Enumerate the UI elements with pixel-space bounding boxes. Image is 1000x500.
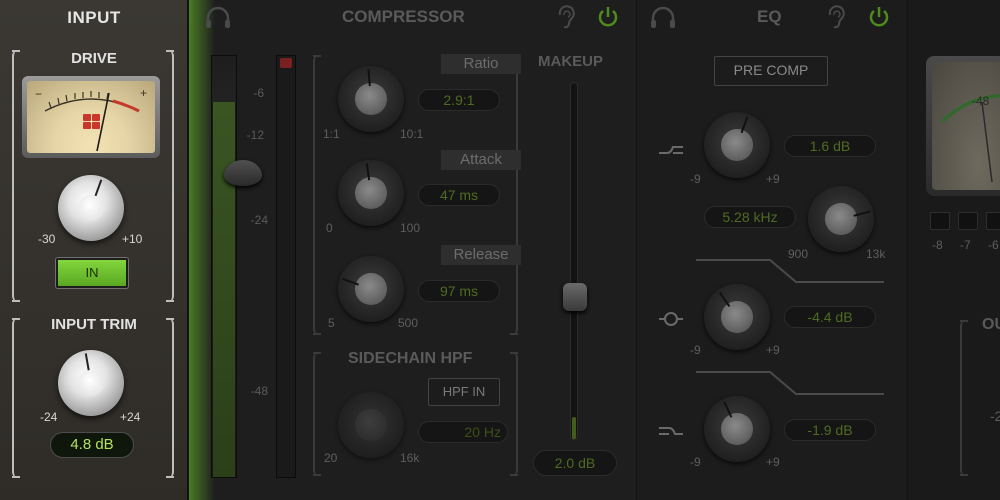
makeup-title: MAKEUP [538, 53, 604, 70]
sidechain-title: SIDECHAIN HPF [348, 350, 473, 367]
attack-min-label: 0 [326, 221, 333, 235]
ratio-min-label: 1:1 [323, 127, 340, 141]
bell-icon [659, 312, 683, 326]
drive-min-label: -30 [38, 232, 56, 246]
pre-comp-button[interactable]: PRE COMP [714, 56, 828, 86]
meter-scale-12: -12 [246, 128, 264, 142]
drive-vu-meter: − + [22, 76, 160, 158]
vu-minus-label: − [35, 87, 43, 101]
vu-scale [44, 91, 140, 152]
band1-freq-knob[interactable] [808, 186, 874, 252]
release-min-label: 5 [328, 316, 335, 330]
band3-max-label: +9 [766, 455, 780, 469]
band2-max-label: +9 [766, 343, 780, 357]
brand-logo [83, 114, 100, 129]
trim-bracket-right [162, 318, 174, 478]
attack-max-label: 100 [400, 221, 421, 235]
comp-controls-bracket-right [508, 55, 518, 335]
output-meter-label: -48 [972, 94, 990, 108]
band2-gain-value[interactable]: -4.4 dB [784, 306, 876, 328]
output-led-2 [958, 212, 978, 230]
release-knob[interactable] [338, 256, 404, 322]
eq-ear-icon[interactable] [826, 4, 846, 30]
output-bracket-left [960, 320, 970, 476]
band2-min-label: -9 [690, 343, 701, 357]
input-panel: INPUT DRIVE − + -30 +10 IN INPUT TRIM -2… [0, 0, 188, 500]
drive-max-label: +10 [122, 232, 143, 246]
makeup-value[interactable]: 2.0 dB [533, 450, 617, 476]
input-trim-min-label: -24 [40, 410, 58, 424]
input-title: INPUT [67, 8, 121, 27]
input-trim-max-label: +24 [120, 410, 141, 424]
ear-icon[interactable] [556, 4, 576, 30]
meter-scale-24: -24 [250, 213, 268, 227]
compressor-panel [189, 0, 636, 500]
sidechain-value[interactable]: 20 Hz [418, 421, 508, 443]
makeup-slider-fill [572, 417, 576, 439]
drive-title: DRIVE [71, 50, 117, 67]
output-led-3 [986, 212, 1000, 230]
sidechain-hpf-knob[interactable] [338, 392, 404, 458]
meter-scale-6: -6 [253, 86, 264, 100]
attack-value[interactable]: 47 ms [418, 184, 500, 206]
ratio-max-label: 10:1 [400, 127, 424, 141]
ratio-label: Ratio [441, 54, 521, 74]
sidechain-min-label: 20 [324, 451, 338, 465]
release-max-label: 500 [398, 316, 419, 330]
output-led-1 [930, 212, 950, 230]
comp-controls-bracket-left [313, 55, 323, 335]
ratio-value[interactable]: 2.9:1 [418, 89, 500, 111]
band1-freq-value[interactable]: 5.28 kHz [704, 206, 796, 228]
makeup-slider-track[interactable] [570, 82, 578, 440]
meter-scale-48: -48 [250, 384, 268, 398]
sidechain-max-label: 16k [400, 451, 420, 465]
threshold-handle[interactable] [224, 160, 262, 186]
eq-power-icon[interactable] [866, 4, 892, 30]
gain-reduction-meter [211, 55, 237, 478]
drive-knob[interactable] [58, 175, 124, 241]
release-value[interactable]: 97 ms [418, 280, 500, 302]
drive-in-button[interactable]: IN [56, 258, 128, 288]
output-scale-6: -6 [988, 238, 999, 252]
band3-gain-knob[interactable] [704, 396, 770, 462]
ratio-knob[interactable] [338, 66, 404, 132]
output-vu-meter: -48 [926, 56, 1000, 196]
output-level-meter [276, 55, 296, 478]
output-scale-7: -7 [960, 238, 971, 252]
input-trim-title: INPUT TRIM [51, 316, 137, 333]
band3-min-label: -9 [690, 455, 701, 469]
compressor-title: COMPRESSOR [342, 7, 465, 26]
band1-gain-knob[interactable] [704, 112, 770, 178]
band3-gain-value[interactable]: -1.9 dB [784, 419, 876, 441]
sidechain-bracket-left [313, 352, 323, 476]
compressor-power-icon[interactable] [595, 4, 621, 30]
band2-gain-knob[interactable] [704, 284, 770, 350]
attack-knob[interactable] [338, 160, 404, 226]
drive-bracket-right [162, 50, 174, 302]
band1-min-label: -9 [690, 172, 701, 186]
eq-headphones-icon[interactable] [648, 4, 678, 30]
band-divider-1 [696, 259, 884, 283]
low-shelf-icon [659, 427, 683, 435]
band1-max-label: +9 [766, 172, 780, 186]
attack-label: Attack [441, 150, 521, 170]
band1-gain-value[interactable]: 1.6 dB [784, 135, 876, 157]
band-divider-2 [696, 371, 884, 395]
release-label: Release [441, 245, 521, 265]
headphones-icon[interactable] [203, 4, 233, 30]
input-trim-knob[interactable] [58, 350, 124, 416]
makeup-slider-handle[interactable] [563, 283, 587, 311]
input-trim-value[interactable]: 4.8 dB [50, 432, 134, 458]
output-scale-8: -8 [932, 238, 943, 252]
vu-plus-label: + [139, 86, 147, 100]
trim-bracket-left [12, 318, 24, 478]
high-shelf-icon [659, 146, 683, 154]
sidechain-bracket-right [508, 352, 518, 476]
eq-title: EQ [757, 7, 782, 26]
output-value-partial: -2 [990, 408, 1000, 424]
output-title-partial: OU [982, 316, 1000, 333]
hpf-in-button[interactable]: HPF IN [428, 378, 500, 406]
